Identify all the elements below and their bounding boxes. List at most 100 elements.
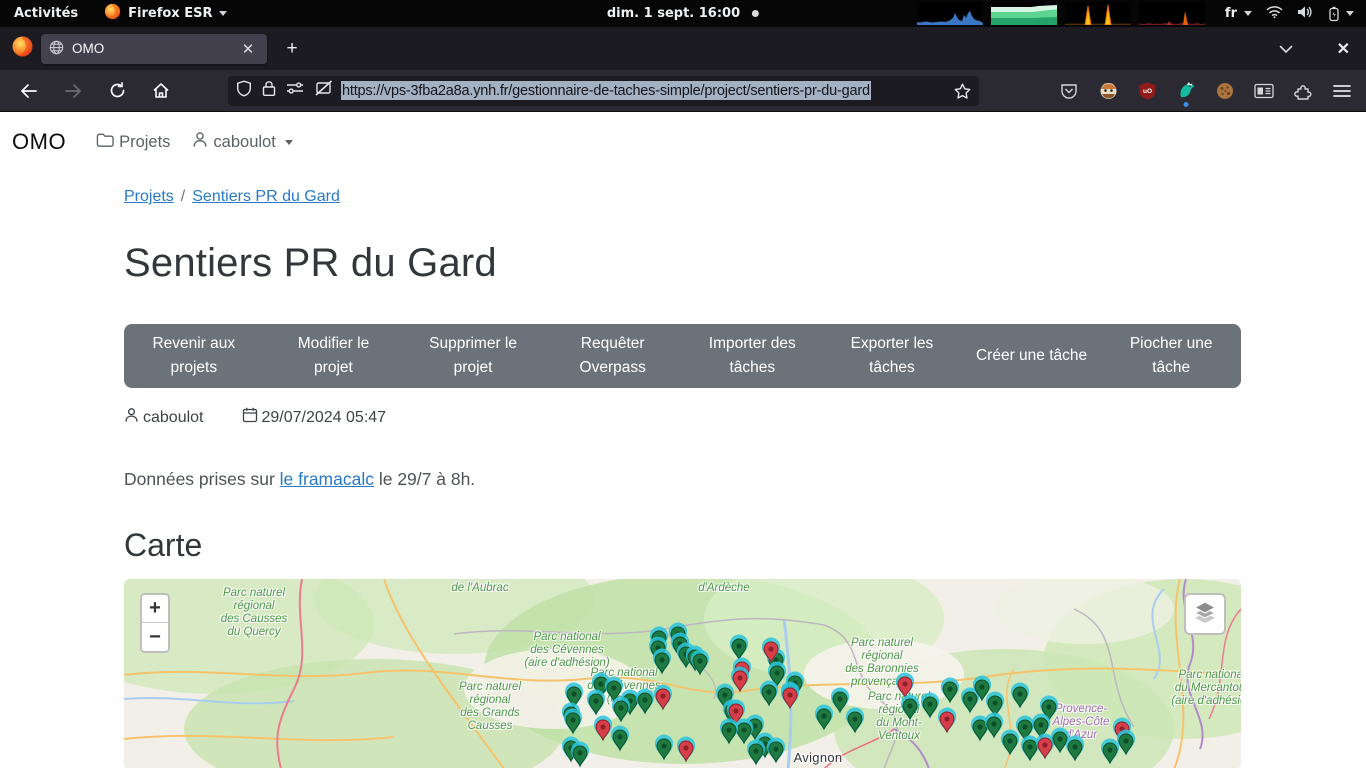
task-marker-green[interactable] — [1117, 730, 1135, 756]
tracking-protection-shield-icon[interactable] — [236, 80, 252, 102]
browser-tab-active[interactable]: OMO ✕ — [41, 34, 267, 64]
extensions-puzzle-icon[interactable] — [1293, 81, 1313, 101]
task-marker-green[interactable] — [564, 709, 582, 735]
disk-monitor-graph[interactable] — [1139, 2, 1205, 25]
keyboard-layout-indicator[interactable]: fr — [1225, 6, 1252, 21]
home-button[interactable] — [146, 76, 176, 106]
site-brand[interactable]: OMO — [12, 129, 66, 155]
task-marker-green[interactable] — [571, 742, 589, 768]
memory-monitor-graph[interactable] — [991, 2, 1057, 25]
back-to-projects-button[interactable]: Revenir aux projets — [124, 332, 264, 380]
notification-dot — [752, 10, 759, 17]
task-marker-green[interactable] — [831, 688, 849, 714]
task-marker-green[interactable] — [760, 681, 778, 707]
task-marker-red[interactable] — [938, 708, 956, 734]
url-bar[interactable]: https://vps-3fba2a8a.ynh.fr/gestionnaire… — [228, 76, 979, 106]
task-marker-green[interactable] — [767, 738, 785, 764]
task-marker-red[interactable] — [781, 684, 799, 710]
task-marker-green[interactable] — [735, 719, 753, 745]
new-tab-button[interactable]: + — [277, 34, 307, 64]
task-marker-red[interactable] — [677, 737, 695, 763]
framacalc-link[interactable]: le framacalc — [280, 469, 374, 489]
task-marker-green[interactable] — [1066, 736, 1084, 762]
task-marker-red[interactable] — [654, 685, 672, 711]
task-marker-green[interactable] — [985, 713, 1003, 739]
back-button[interactable] — [14, 76, 44, 106]
tab-close-icon[interactable]: ✕ — [237, 38, 259, 60]
nav-user-dropdown[interactable]: caboulot — [192, 131, 292, 153]
import-tasks-button[interactable]: Importer des tâches — [683, 332, 823, 380]
map-layers-control[interactable] — [1184, 593, 1226, 635]
task-marker-green[interactable] — [587, 690, 605, 716]
task-marker-green[interactable] — [612, 697, 630, 723]
autoplay-blocked-icon[interactable] — [314, 80, 333, 101]
volume-icon[interactable] — [1297, 5, 1314, 23]
firefox-window-icon — [12, 36, 33, 62]
gnome-top-bar: Activités Firefox ESR dim. 1 sept. 16:00 — [0, 0, 1366, 27]
task-marker-red[interactable] — [896, 673, 914, 699]
task-marker-green[interactable] — [691, 650, 709, 676]
lock-icon[interactable] — [262, 80, 276, 102]
pocket-extension-icon[interactable] — [1059, 81, 1079, 101]
task-marker-green[interactable] — [653, 649, 671, 675]
wifi-icon[interactable] — [1266, 5, 1283, 23]
task-marker-green[interactable] — [1011, 683, 1029, 709]
app-menu-button[interactable]: Firefox ESR — [104, 3, 227, 24]
battery-charging-icon[interactable] — [1328, 6, 1354, 22]
author-meta: caboulot — [124, 407, 204, 428]
task-marker-green[interactable] — [1101, 739, 1119, 765]
breadcrumb: Projets/Sentiers PR du Gard — [124, 188, 1241, 206]
task-marker-red[interactable] — [731, 667, 749, 693]
task-marker-green[interactable] — [1051, 728, 1069, 754]
task-marker-green[interactable] — [846, 708, 864, 734]
task-marker-green[interactable] — [720, 719, 738, 745]
pick-task-button[interactable]: Piocher une tâche — [1101, 332, 1241, 380]
cpu-monitor-graph[interactable] — [917, 2, 983, 25]
menu-hamburger-icon[interactable] — [1332, 81, 1352, 101]
page-title: Sentiers PR du Gard — [124, 241, 1241, 286]
delete-project-button[interactable]: Supprimer le projet — [403, 332, 543, 380]
window-close-icon[interactable]: ✕ — [1337, 39, 1350, 59]
url-text-selected[interactable]: https://vps-3fba2a8a.ynh.fr/gestionnaire… — [341, 81, 871, 100]
task-marker-green[interactable] — [1021, 736, 1039, 762]
extension-icon-teal-bird[interactable] — [1176, 81, 1196, 101]
zoom-in-button[interactable]: + — [142, 595, 168, 623]
extension-icon-card[interactable] — [1254, 81, 1274, 101]
bookmark-star-icon[interactable] — [954, 83, 971, 99]
extension-icon-raccoon[interactable] — [1098, 81, 1118, 101]
desktop: Activités Firefox ESR dim. 1 sept. 16:00 — [0, 0, 1366, 768]
network-monitor-graph[interactable] — [1065, 2, 1131, 25]
site-navbar: OMO Projets caboulot — [0, 113, 1366, 171]
task-marker-green[interactable] — [941, 678, 959, 704]
forward-button[interactable] — [58, 76, 88, 106]
breadcrumb-projects-link[interactable]: Projets — [124, 188, 174, 205]
chevron-down-icon — [1346, 11, 1354, 16]
task-marker-green[interactable] — [730, 635, 748, 661]
task-marker-red[interactable] — [594, 716, 612, 742]
task-marker-green[interactable] — [1001, 730, 1019, 756]
breadcrumb-current-link[interactable]: Sentiers PR du Gard — [192, 188, 340, 205]
edit-project-button[interactable]: Modifier le projet — [264, 332, 404, 380]
permissions-icon[interactable] — [286, 81, 304, 100]
clock-button[interactable]: dim. 1 sept. 16:00 — [607, 6, 759, 21]
person-icon — [192, 131, 208, 153]
task-marker-green[interactable] — [636, 689, 654, 715]
query-overpass-button[interactable]: Requêter Overpass — [543, 332, 683, 380]
task-marker-green[interactable] — [901, 695, 919, 721]
leaflet-map[interactable]: Parc naturel régional des Causses du Que… — [124, 579, 1241, 768]
nav-projects-link[interactable]: Projets — [96, 132, 170, 153]
extension-notification-dot — [1184, 102, 1189, 107]
task-marker-green[interactable] — [921, 693, 939, 719]
cookie-extension-icon[interactable] — [1215, 81, 1235, 101]
reload-button[interactable] — [102, 76, 132, 106]
zoom-out-button[interactable]: − — [142, 623, 168, 651]
list-tabs-chevron-icon[interactable] — [1279, 41, 1293, 57]
export-tasks-button[interactable]: Exporter les tâches — [822, 332, 962, 380]
task-marker-green[interactable] — [611, 726, 629, 752]
task-marker-green[interactable] — [747, 740, 765, 766]
create-task-button[interactable]: Créer une tâche — [962, 344, 1102, 368]
task-marker-green[interactable] — [815, 705, 833, 731]
ublock-origin-extension-icon[interactable]: uO — [1137, 81, 1157, 101]
task-marker-green[interactable] — [655, 735, 673, 761]
activities-button[interactable]: Activités — [14, 6, 78, 21]
